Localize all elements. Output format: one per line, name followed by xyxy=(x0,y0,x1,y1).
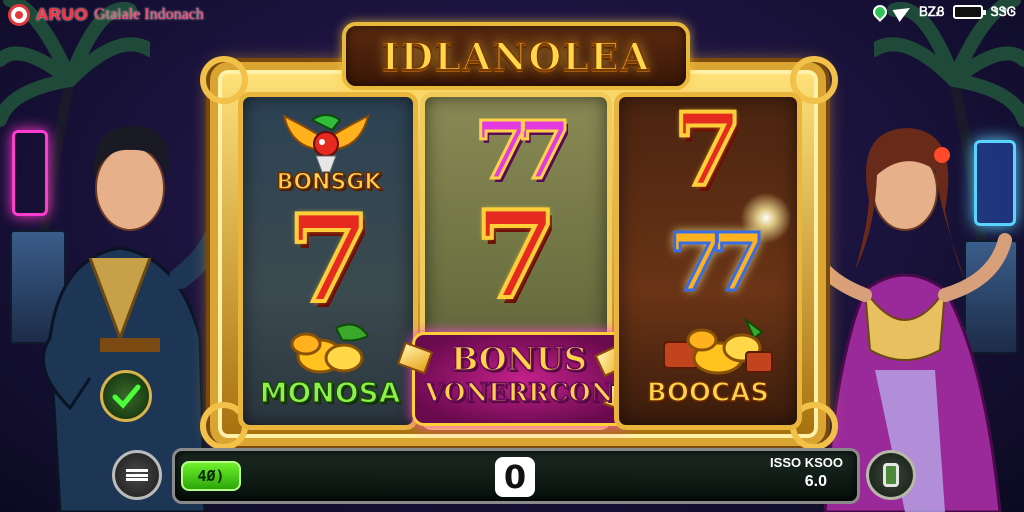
treasure-coins-icon xyxy=(663,318,773,375)
reel-3-symbol-3-label: BOOCAS xyxy=(646,377,769,409)
bet-label: ISSO KSOO xyxy=(770,455,843,470)
spin-button[interactable] xyxy=(866,450,916,500)
send-icon xyxy=(892,1,914,23)
network-text: ᏴᏃᏰ xyxy=(919,4,945,19)
app-subtitle: Gtaiale Indonach xyxy=(94,6,204,23)
location-pin-icon xyxy=(870,2,891,22)
bird-icon xyxy=(282,114,370,173)
status-bar-left: ARUO Gtaiale Indonach xyxy=(8,4,204,26)
menu-button[interactable] xyxy=(112,450,162,500)
grille-menu-icon xyxy=(126,469,148,481)
gold-coins-icon xyxy=(290,323,370,374)
reel-2-symbol-2: 7 xyxy=(472,185,560,326)
status-bar-right: ᏴᏃᏰ ᏕᏕᎶ xyxy=(870,1,1016,23)
win-value: 0 xyxy=(503,458,527,496)
control-bar: 4Ø) 0 ISSO KSOO 6.0 xyxy=(172,448,860,504)
reel-1-symbol-3-label: MONOSA xyxy=(259,375,401,410)
status-clock: ᏕᏕᎶ xyxy=(990,4,1016,19)
app-logo-icon xyxy=(8,4,30,26)
battery-icon xyxy=(952,5,986,19)
canister-spin-icon xyxy=(883,463,899,487)
game-title: IDLANOLEA xyxy=(381,33,651,80)
balance-display: 4Ø) xyxy=(181,461,241,491)
reel-2-symbol-3-line-1: BONUS xyxy=(450,339,587,379)
balance-value: 4Ø) xyxy=(197,467,225,485)
checkmark-icon xyxy=(112,384,141,409)
reel-3-symbol-1: 7 xyxy=(671,91,745,209)
check-badge[interactable] xyxy=(100,370,152,422)
bet-value: 6.0 xyxy=(804,473,827,490)
reel-3-symbol-2: 77 xyxy=(667,215,767,309)
game-title-banner: IDLANOLEA xyxy=(342,22,690,90)
reel-2-symbol-3-line-2: VONERRCON xyxy=(424,377,614,408)
reel-2-symbol-1: 77 xyxy=(473,103,573,197)
win-display: 0 xyxy=(495,457,535,497)
app-name: ARUO xyxy=(36,5,89,24)
reel-1-symbol-2: 7 xyxy=(285,189,373,330)
